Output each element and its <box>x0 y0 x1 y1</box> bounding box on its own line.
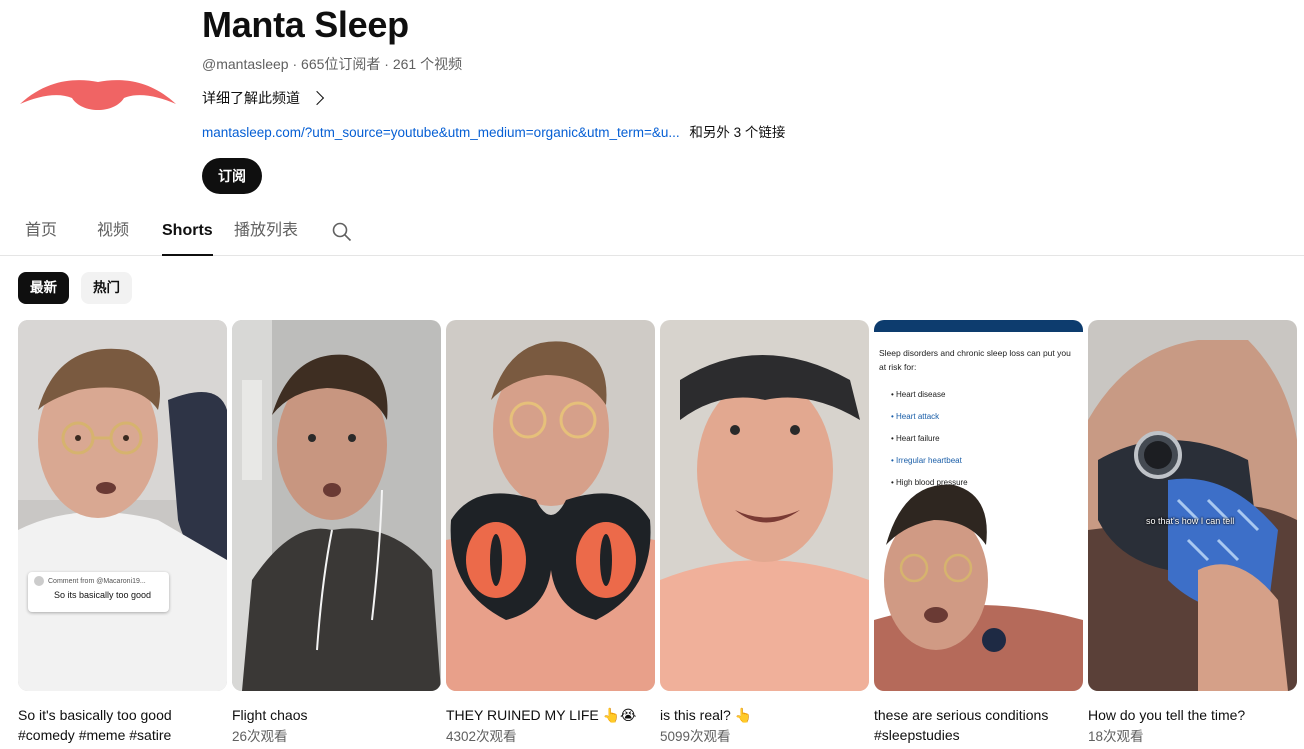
channel-link[interactable]: mantasleep.com/?utm_source=youtube&utm_m… <box>202 125 680 140</box>
channel-links: mantasleep.com/?utm_source=youtube&utm_m… <box>202 123 785 143</box>
short-thumbnail[interactable] <box>232 320 441 691</box>
chip-popular[interactable]: 热门 <box>81 272 132 304</box>
video-count: 261 个视频 <box>392 56 463 72</box>
view-count: 5099次观看 <box>660 729 731 744</box>
search-icon[interactable] <box>332 222 352 242</box>
comment-overlay: Comment from @Macaroni19... So its basic… <box>28 572 169 612</box>
channel-header: Manta Sleep @mantasleep · 665位订阅者 · 261 … <box>0 0 1304 205</box>
channel-logo <box>20 80 176 110</box>
list-item: • Heart attack <box>891 412 940 421</box>
tab-videos[interactable]: 视频 <box>97 210 129 256</box>
channel-tabs: 首页 视频 Shorts 播放列表 <box>0 210 1304 256</box>
view-count: 18次观看 <box>1088 729 1144 744</box>
short-card[interactable]: so that's how I can tell How do you tell… <box>1088 320 1297 747</box>
view-count: 4302次观看 <box>446 729 517 744</box>
short-title[interactable]: How do you tell the time? <box>1088 705 1297 725</box>
list-item: • High blood pressure <box>891 478 968 487</box>
chevron-right-icon <box>309 90 325 106</box>
video-caption: so that's how I can tell <box>1146 516 1235 526</box>
list-item: • Heart failure <box>891 434 940 443</box>
short-thumbnail[interactable]: Comment from @Macaroni19... So its basic… <box>18 320 227 691</box>
channel-info: Manta Sleep @mantasleep · 665位订阅者 · 261 … <box>202 4 785 194</box>
short-card[interactable]: Sleep disorders and chronic sleep loss c… <box>874 320 1083 745</box>
short-thumbnail[interactable]: so that's how I can tell <box>1088 320 1297 691</box>
short-thumbnail[interactable]: Sleep disorders and chronic sleep loss c… <box>874 320 1083 691</box>
comment-text: So its basically too good <box>54 590 152 600</box>
tab-shorts[interactable]: Shorts <box>162 210 213 256</box>
short-card[interactable]: THEY RUINED MY LIFE 👆😭 4302次观看 <box>446 320 655 747</box>
subscribe-button[interactable]: 订阅 <box>202 158 262 194</box>
channel-name: Manta Sleep <box>202 4 409 45</box>
short-title[interactable]: So it's basically too good #comedy #meme… <box>18 705 227 745</box>
tab-home[interactable]: 首页 <box>25 210 57 256</box>
tab-playlists[interactable]: 播放列表 <box>234 210 298 256</box>
about-label: 详细了解此频道 <box>202 90 300 106</box>
channel-meta: @mantasleep · 665位订阅者 · 261 个视频 <box>202 56 463 72</box>
list-item: • Heart disease <box>891 390 946 399</box>
view-count: 26次观看 <box>232 729 288 744</box>
short-thumbnail[interactable] <box>660 320 869 691</box>
short-card[interactable]: is this real? 👆 5099次观看 <box>660 320 869 747</box>
comment-author: Comment from @Macaroni19... <box>48 577 146 585</box>
list-item: • Irregular heartbeat <box>891 456 962 465</box>
short-title[interactable]: THEY RUINED MY LIFE 👆😭 <box>446 705 655 725</box>
about-channel-link[interactable]: 详细了解此频道 <box>202 88 785 108</box>
short-card[interactable]: Flight chaos 26次观看 <box>232 320 441 747</box>
subscriber-count: 665位订阅者 <box>301 56 381 72</box>
short-title[interactable]: Flight chaos <box>232 705 441 725</box>
article-overlay: Sleep disorders and chronic sleep loss c… <box>879 346 1079 494</box>
short-title[interactable]: is this real? 👆 <box>660 705 869 725</box>
short-thumbnail[interactable] <box>446 320 655 691</box>
more-links-button[interactable]: 和另外 3 个链接 <box>689 125 785 140</box>
avatar <box>34 576 44 586</box>
chip-latest[interactable]: 最新 <box>18 272 69 304</box>
sort-chips: 最新 热门 <box>18 272 132 304</box>
short-title[interactable]: these are serious conditions #sleepstudi… <box>874 705 1083 745</box>
short-card[interactable]: Comment from @Macaroni19... So its basic… <box>18 320 227 745</box>
channel-handle: @mantasleep <box>202 56 289 72</box>
article-heading: Sleep disorders and chronic sleep loss c… <box>879 348 1071 372</box>
